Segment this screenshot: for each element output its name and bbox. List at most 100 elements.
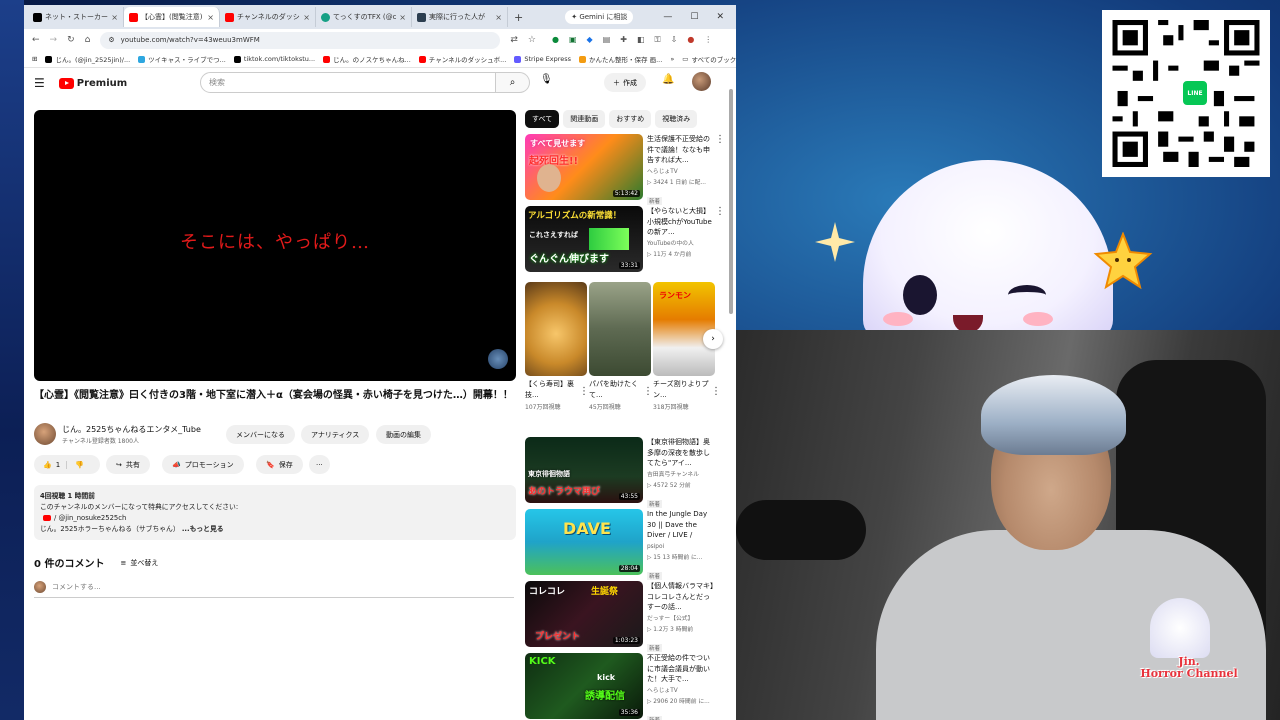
recommendation-item[interactable]: DAVE 28:04 In the Jungle Day 30 || Dave … (525, 509, 725, 580)
short-thumbnail[interactable]: ランモン (653, 282, 715, 376)
video-thumbnail[interactable]: アルゴリズムの新常識！ これさえすれば ぐんぐん伸びます 33:31 (525, 206, 643, 272)
back-icon[interactable]: ← (32, 35, 40, 45)
more-vert-icon[interactable]: ⋮ (715, 134, 725, 145)
page-scrollbar[interactable] (728, 85, 734, 315)
tab-1[interactable]: 【心霊】(閲覧注意) × (124, 7, 220, 27)
more-vert-icon[interactable]: ⋮ (711, 386, 721, 397)
close-icon[interactable]: × (111, 13, 118, 22)
video-thumbnail[interactable]: DAVE 28:04 (525, 509, 643, 575)
like-button[interactable]: 👍 1 (34, 460, 68, 469)
account-avatar[interactable] (692, 72, 711, 91)
address-bar[interactable]: ⚙ youtube.com/watch?v=43weuu3mWFM (100, 31, 501, 49)
tab-0[interactable]: ネット・ストーカーを考え× (28, 7, 124, 27)
short-thumbnail[interactable] (589, 282, 651, 376)
create-button[interactable]: ＋作成 (604, 73, 646, 92)
sort-button[interactable]: ≡ 並べ替え (120, 558, 158, 568)
new-tab-button[interactable]: + (508, 11, 529, 24)
youtube-premium-logo[interactable]: Premium (58, 77, 127, 89)
edit-video-button[interactable]: 動画の編集 (376, 425, 431, 444)
video-thumbnail[interactable]: すべて見せます 起死回生!! 5:13:42 (525, 134, 643, 200)
more-bookmarks-icon[interactable]: » (670, 55, 674, 63)
hamburger-menu-icon[interactable]: ☰ (34, 76, 45, 90)
tab-3[interactable]: てっくすのTFX (@c... × (316, 7, 412, 27)
share-button[interactable]: ↪ 共有 (106, 455, 150, 474)
video-thumbnail[interactable]: KICK kick 誘導配信 35:36 (525, 653, 643, 719)
minimize-icon[interactable]: — (663, 12, 672, 22)
scrollbar-thumb[interactable] (729, 89, 733, 314)
save-button[interactable]: 🔖 保存 (256, 455, 303, 474)
video-player[interactable]: そこには、やっぱり… (34, 110, 516, 381)
bookmark-item[interactable]: かんたん整形・保存 画... (579, 54, 662, 64)
close-icon[interactable]: × (303, 13, 310, 22)
video-thumbnail[interactable]: 東京徘徊物語 あのトラウマ再び 43:55 (525, 437, 643, 503)
site-info-icon[interactable]: ⚙ (108, 36, 114, 44)
close-icon[interactable]: × (207, 13, 214, 22)
recommendation-item[interactable]: アルゴリズムの新常識！ これさえすれば ぐんぐん伸びます 33:31 【やらない… (525, 206, 725, 272)
all-bookmarks[interactable]: ▭すべてのブックマーク (682, 54, 736, 64)
more-vert-icon[interactable]: ⋮ (715, 206, 725, 217)
bookmark-item[interactable]: ツイキャス・ライブでつ... (138, 54, 226, 64)
show-more-link[interactable]: ...もっと見る (182, 525, 224, 533)
short-thumbnail[interactable] (525, 282, 587, 376)
chip-related[interactable]: 関連動画 (563, 110, 606, 128)
short-title[interactable]: 【くら寿司】裏技... (525, 379, 587, 401)
member-button[interactable]: メンバーになる (226, 425, 295, 444)
channel-watermark[interactable] (488, 349, 508, 369)
close-icon[interactable]: × (399, 13, 406, 22)
chip-all[interactable]: すべて (525, 110, 560, 128)
bookmark-star-icon[interactable]: ☆ (528, 35, 536, 45)
channel-name[interactable]: じん。2525ちゃんねるエンタメ_Tube (62, 424, 201, 435)
analytics-button[interactable]: アナリティクス (301, 425, 370, 444)
recommendation-item[interactable]: すべて見せます 起死回生!! 5:13:42 生活保護不正受給の件で議論！ななも… (525, 134, 725, 205)
bookmark-item[interactable]: Stripe Express (514, 55, 571, 63)
recommendation-item[interactable]: コレコレ 生誕祭 プレゼント 1:03:23 【個人情報バラマキ】コレコレさんと… (525, 581, 725, 652)
extension-icon[interactable]: ◆ (587, 35, 593, 45)
close-window-icon[interactable]: ✕ (716, 12, 724, 22)
tab-4[interactable]: 実際に行った人が × (412, 7, 508, 27)
bookmark-item[interactable]: チャンネルのダッシュボ... (418, 54, 506, 64)
more-vert-icon[interactable]: ⋮ (643, 386, 653, 397)
tab-label: 【心霊】(閲覧注意) (141, 13, 203, 21)
chip-watched[interactable]: 視聴済み (655, 110, 698, 128)
forward-icon[interactable]: → (50, 35, 58, 45)
puzzle-icon[interactable]: ✚ (620, 35, 627, 45)
extension-icon[interactable]: ● (552, 35, 559, 45)
extension-icon[interactable]: ◧ (637, 35, 645, 45)
comment-input[interactable]: コメントする... (34, 581, 514, 598)
description-box[interactable]: 4回視聴 1 時間前 このチャンネルのメンバーになって特典にアクセスしてください… (34, 485, 516, 540)
key-icon[interactable]: ⚿ (655, 35, 661, 45)
bookmark-item[interactable]: tiktok.com/tiktokstu... (233, 55, 315, 63)
recommendation-item[interactable]: KICK kick 誘導配信 35:36 不正受給の件でついに市議会議員が動いた… (525, 653, 725, 720)
download-icon[interactable]: ⇩ (671, 35, 678, 45)
search-input[interactable]: 検索 (200, 72, 496, 93)
dislike-button[interactable]: 👎 (67, 461, 92, 469)
tab-2[interactable]: チャンネルのダッシュボ× (220, 7, 316, 27)
chevron-right-icon[interactable]: › (703, 329, 723, 349)
video-thumbnail[interactable]: コレコレ 生誕祭 プレゼント 1:03:23 (525, 581, 643, 647)
chip-recommended[interactable]: おすすめ (609, 110, 652, 128)
menu-icon[interactable]: ⋮ (704, 35, 712, 45)
more-vert-icon[interactable]: ⋮ (579, 386, 589, 397)
microphone-icon[interactable]: 🎙 (540, 74, 553, 85)
extension-icon[interactable]: ▣ (569, 35, 577, 45)
apps-icon[interactable]: ⊞ (32, 55, 37, 63)
recommendation-item[interactable]: 東京徘徊物語 あのトラウマ再び 43:55 【東京徘徊物語】奥多摩の深夜を散歩し… (525, 437, 725, 508)
search-button[interactable]: ⌕ (496, 72, 530, 93)
more-actions-button[interactable]: ··· (309, 455, 330, 474)
notifications-bell-icon[interactable]: 🔔 (662, 74, 674, 85)
profile-icon[interactable]: ● (687, 35, 694, 45)
translate-icon[interactable]: ⇄ (510, 35, 518, 45)
maximize-icon[interactable]: ☐ (690, 12, 698, 22)
channel-avatar[interactable] (34, 423, 56, 445)
bookmark-item[interactable]: じん。のノスケちゃんね... (323, 54, 411, 64)
description-link[interactable]: / @jin_nosuke2525ch (54, 514, 126, 522)
reload-icon[interactable]: ↻ (67, 35, 75, 45)
short-title[interactable]: チーズ割りよりプン... (653, 379, 715, 401)
close-icon[interactable]: × (495, 13, 502, 22)
short-title[interactable]: パパを助けたくて... (589, 379, 651, 401)
extension-icon[interactable]: ▤ (603, 35, 611, 45)
home-icon[interactable]: ⌂ (85, 35, 91, 45)
promote-button[interactable]: 📣 プロモーション (162, 455, 244, 474)
bookmark-item[interactable]: じん。(@jin_2525jin)/... (45, 54, 130, 64)
gemini-button[interactable]: ✦ Gemini に相談 (565, 10, 634, 24)
